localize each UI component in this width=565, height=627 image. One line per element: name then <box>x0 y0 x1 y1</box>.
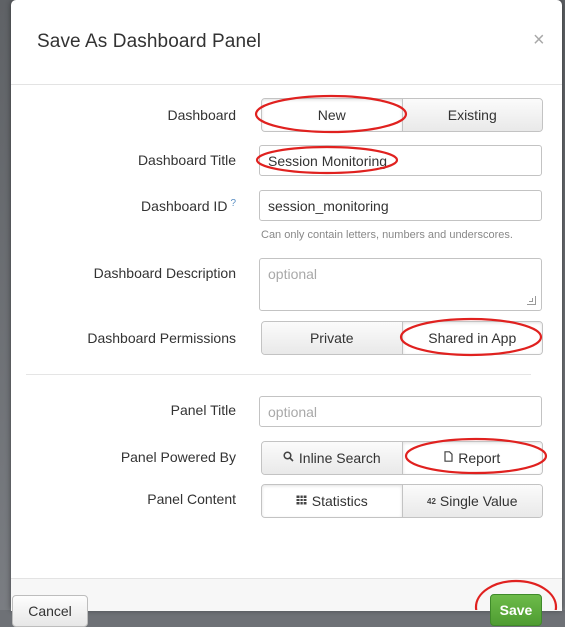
single-value-icon: 42 <box>427 496 436 506</box>
panel-title-placeholder: optional <box>268 403 318 420</box>
permissions-private-button[interactable]: Private <box>262 322 402 354</box>
dialog-footer <box>11 578 562 611</box>
panel-powered-by-label: Panel Powered By <box>120 449 236 465</box>
dialog-header: Save As Dashboard Panel × <box>11 0 562 85</box>
resize-handle-icon[interactable] <box>527 296 536 305</box>
statistics-button[interactable]: Statistics <box>262 485 402 517</box>
inline-search-button[interactable]: Inline Search <box>262 442 402 474</box>
dashboard-new-button[interactable]: New <box>262 99 402 131</box>
section-divider <box>26 374 531 375</box>
panel-content-toggle: Statistics 42 Single Value <box>261 484 543 518</box>
report-label: Report <box>458 450 501 466</box>
dashboard-toggle: New Existing <box>261 98 543 132</box>
dialog-title: Save As Dashboard Panel <box>37 31 262 52</box>
panel-title-input[interactable]: optional <box>259 396 542 427</box>
cancel-button[interactable]: Cancel <box>12 595 88 627</box>
dashboard-label: Dashboard <box>167 107 237 123</box>
powered-by-toggle: Inline Search Report <box>261 441 543 475</box>
dashboard-id-label-text: Dashboard ID <box>141 198 228 214</box>
single-value-button[interactable]: 42 Single Value <box>401 485 542 517</box>
report-button[interactable]: Report <box>401 442 542 474</box>
dashboard-title-input[interactable]: Session Monitoring <box>259 145 542 176</box>
close-icon[interactable]: × <box>533 30 545 50</box>
dashboard-id-label: Dashboard ID? <box>11 198 236 214</box>
dashboard-description-label: Dashboard Description <box>93 265 236 281</box>
dashboard-id-help-text: Can only contain letters, numbers and un… <box>261 229 513 241</box>
permissions-shared-button[interactable]: Shared in App <box>401 322 542 354</box>
inline-search-label: Inline Search <box>298 450 381 466</box>
statistics-label: Statistics <box>311 493 368 509</box>
permissions-toggle: Private Shared in App <box>261 321 543 355</box>
help-icon[interactable]: ? <box>230 198 236 209</box>
save-button[interactable]: Save <box>490 594 542 626</box>
dashboard-permissions-label: Dashboard Permissions <box>87 330 236 346</box>
report-icon <box>444 451 453 465</box>
single-value-label: Single Value <box>439 493 518 509</box>
dashboard-description-textarea[interactable]: optional <box>259 258 542 311</box>
table-icon <box>296 494 307 508</box>
panel-title-label: Panel Title <box>170 402 236 418</box>
search-icon <box>283 451 294 465</box>
dashboard-title-label: Dashboard Title <box>137 152 236 168</box>
dashboard-description-placeholder: optional <box>268 266 318 282</box>
dashboard-id-input[interactable]: session_monitoring <box>259 190 542 221</box>
panel-content-label: Panel Content <box>147 491 236 507</box>
dashboard-existing-button[interactable]: Existing <box>401 99 542 131</box>
